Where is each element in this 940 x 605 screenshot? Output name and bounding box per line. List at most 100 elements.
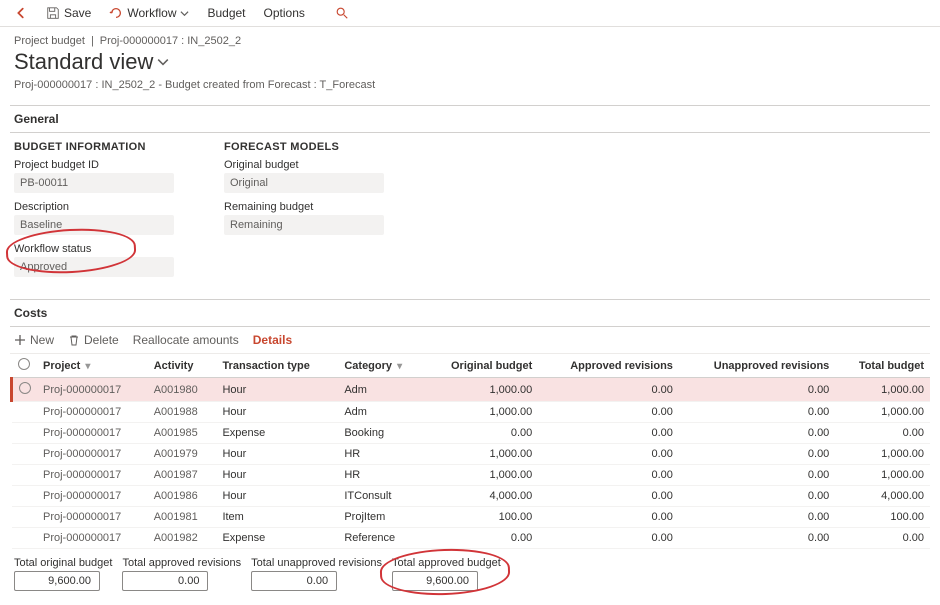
- table-row[interactable]: Proj-000000017A001987HourHR1,000.000.000…: [12, 465, 931, 486]
- cell-project: Proj-000000017: [37, 444, 148, 465]
- cell-total: 0.00: [835, 528, 930, 549]
- col-unapprrev[interactable]: Unapproved revisions: [679, 354, 835, 378]
- forecast-col: FORECAST MODELS Original budget Original…: [224, 141, 394, 285]
- row-select[interactable]: [12, 465, 38, 486]
- cell-total: 1,000.00: [835, 465, 930, 486]
- context-area: Project budget | Proj-000000017 : IN_250…: [0, 27, 940, 95]
- general-header[interactable]: General: [10, 105, 930, 133]
- cell-activity: A001981: [148, 507, 217, 528]
- budget-label: Budget: [207, 6, 245, 20]
- total-unapproved-revisions: Total unapproved revisions 0.00: [251, 557, 382, 591]
- col-project[interactable]: Project ▾: [37, 354, 148, 378]
- budget-button[interactable]: Budget: [201, 4, 251, 22]
- back-button[interactable]: [8, 4, 34, 22]
- options-button[interactable]: Options: [258, 4, 311, 22]
- view-title[interactable]: Standard view: [14, 49, 926, 75]
- row-select[interactable]: [12, 402, 38, 423]
- cell-orig: 1,000.00: [424, 465, 538, 486]
- cell-orig: 4,000.00: [424, 486, 538, 507]
- cell-project: Proj-000000017: [37, 465, 148, 486]
- project-budget-id-value: PB-00011: [14, 173, 174, 193]
- cell-unappr: 0.00: [679, 423, 835, 444]
- breadcrumb-area: Project budget: [14, 35, 85, 47]
- row-select[interactable]: [12, 528, 38, 549]
- table-row[interactable]: Proj-000000017A001979HourHR1,000.000.000…: [12, 444, 931, 465]
- workflow-button[interactable]: Workflow: [103, 4, 195, 22]
- budget-info-col: BUDGET INFORMATION Project budget ID PB-…: [14, 141, 184, 285]
- cell-activity: A001988: [148, 402, 217, 423]
- table-row[interactable]: Proj-000000017A001981ItemProjItem100.000…: [12, 507, 931, 528]
- cell-project: Proj-000000017: [37, 378, 148, 402]
- cell-total: 1,000.00: [835, 402, 930, 423]
- costs-section: Costs New Delete Reallocate amounts Deta…: [10, 299, 930, 605]
- cell-activity: A001980: [148, 378, 217, 402]
- table-row[interactable]: Proj-000000017A001980HourAdm1,000.000.00…: [12, 378, 931, 402]
- new-button[interactable]: New: [14, 333, 54, 347]
- row-select[interactable]: [12, 444, 38, 465]
- cell-txtype: Item: [216, 507, 338, 528]
- cell-activity: A001985: [148, 423, 217, 444]
- cell-txtype: Hour: [216, 465, 338, 486]
- row-select[interactable]: [12, 423, 38, 444]
- cell-category: Reference: [338, 528, 424, 549]
- col-txtype[interactable]: Transaction type: [216, 354, 338, 378]
- cell-total: 1,000.00: [835, 444, 930, 465]
- table-row[interactable]: Proj-000000017A001988HourAdm1,000.000.00…: [12, 402, 931, 423]
- cell-project: Proj-000000017: [37, 507, 148, 528]
- col-category[interactable]: Category ▾: [338, 354, 424, 378]
- cell-orig: 1,000.00: [424, 444, 538, 465]
- options-label: Options: [264, 6, 305, 20]
- row-select[interactable]: [12, 378, 38, 402]
- filter-icon: ▾: [397, 361, 402, 372]
- row-select[interactable]: [12, 507, 38, 528]
- remaining-budget-label: Remaining budget: [224, 201, 394, 213]
- col-totalbudget[interactable]: Total budget: [835, 354, 930, 378]
- table-row[interactable]: Proj-000000017A001982ExpenseReference0.0…: [12, 528, 931, 549]
- workflow-icon: [109, 6, 123, 20]
- cell-orig: 0.00: [424, 423, 538, 444]
- save-label: Save: [64, 6, 91, 20]
- cell-orig: 1,000.00: [424, 378, 538, 402]
- delete-button[interactable]: Delete: [68, 333, 119, 347]
- reallocate-button[interactable]: Reallocate amounts: [133, 333, 239, 347]
- cell-unappr: 0.00: [679, 465, 835, 486]
- cell-project: Proj-000000017: [37, 402, 148, 423]
- remaining-budget-value: Remaining: [224, 215, 384, 235]
- save-button[interactable]: Save: [40, 4, 97, 22]
- description-label: Description: [14, 201, 184, 213]
- breadcrumb: Project budget | Proj-000000017 : IN_250…: [14, 35, 926, 47]
- total-original-value: 9,600.00: [14, 571, 100, 591]
- cell-txtype: Hour: [216, 444, 338, 465]
- breadcrumb-record: Proj-000000017 : IN_2502_2: [100, 35, 241, 47]
- cell-project: Proj-000000017: [37, 486, 148, 507]
- cell-category: Adm: [338, 378, 424, 402]
- col-origbudget[interactable]: Original budget: [424, 354, 538, 378]
- description-value: Baseline: [14, 215, 174, 235]
- costs-grid: Project ▾ Activity Transaction type Cate…: [10, 354, 930, 549]
- costs-header[interactable]: Costs: [10, 299, 930, 327]
- chevron-down-icon: [180, 9, 189, 18]
- total-approved-revisions: Total approved revisions 0.00: [122, 557, 241, 591]
- select-all[interactable]: [12, 354, 38, 378]
- totals-row: Total original budget 9,600.00 Total app…: [10, 549, 930, 605]
- cell-total: 4,000.00: [835, 486, 930, 507]
- table-row[interactable]: Proj-000000017A001985ExpenseBooking0.000…: [12, 423, 931, 444]
- workflow-label: Workflow: [127, 6, 176, 20]
- cell-total: 1,000.00: [835, 378, 930, 402]
- search-button[interactable]: [329, 4, 355, 22]
- general-section: General BUDGET INFORMATION Project budge…: [10, 105, 930, 289]
- col-apprrev[interactable]: Approved revisions: [538, 354, 679, 378]
- cell-appr: 0.00: [538, 402, 679, 423]
- budget-info-header: BUDGET INFORMATION: [14, 141, 184, 153]
- back-arrow-icon: [14, 6, 28, 20]
- workflow-status-value: Approved: [14, 257, 174, 277]
- cell-unappr: 0.00: [679, 486, 835, 507]
- cell-txtype: Hour: [216, 402, 338, 423]
- row-select[interactable]: [12, 486, 38, 507]
- details-button[interactable]: Details: [253, 333, 292, 347]
- workflow-status-label: Workflow status: [14, 243, 184, 255]
- table-row[interactable]: Proj-000000017A001986HourITConsult4,000.…: [12, 486, 931, 507]
- col-activity[interactable]: Activity: [148, 354, 217, 378]
- total-original: Total original budget 9,600.00: [14, 557, 112, 591]
- total-appr-rev-value: 0.00: [122, 571, 208, 591]
